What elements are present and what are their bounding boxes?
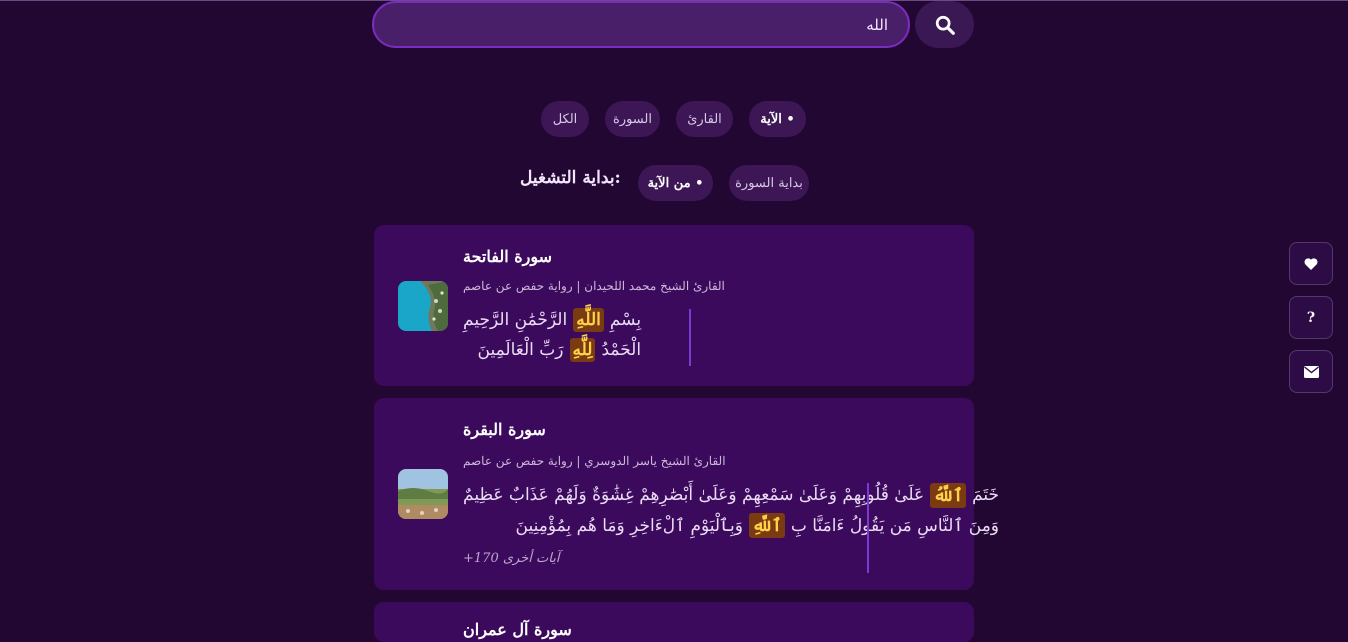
result-card[interactable]: سورة آل عمران xyxy=(374,602,974,642)
verse-text: وَبِٱلْيَوْمِ ٱلْءَاخِرِ وَمَا هُم بِمُؤ… xyxy=(515,515,743,536)
search-bar xyxy=(372,1,974,48)
verse-text: بِسْمِ xyxy=(609,310,642,330)
mail-icon xyxy=(1303,365,1319,378)
surah-title: سورة آل عمران xyxy=(463,620,572,639)
play-from-surah-start[interactable]: بداية السورة xyxy=(729,165,809,201)
surah-thumbnail xyxy=(398,281,448,331)
search-button[interactable] xyxy=(915,1,974,48)
filter-ayah[interactable]: الآية • xyxy=(749,101,806,137)
question-icon: ? xyxy=(1306,309,1316,326)
more-verses-link[interactable]: آيات أخرى 170+ xyxy=(463,551,559,566)
verse-text: الْحَمْدُ xyxy=(601,340,642,360)
surah-thumbnail xyxy=(398,469,448,519)
verse-text: رَبِّ الْعَالَمِينَ xyxy=(477,340,564,360)
verse-text: خَتَمَ xyxy=(972,485,1000,505)
help-button[interactable]: ? xyxy=(1289,296,1333,339)
filter-all[interactable]: الكل xyxy=(541,101,589,137)
verse-list: خَتَمَ ٱللَّهُ عَلَىٰ قُلُوبِهِمْ وَعَلَ… xyxy=(463,480,999,540)
verse-line[interactable]: بِسْمِ اللَّهِ الرَّحْمَٰنِ الرَّحِيمِ xyxy=(463,305,641,335)
highlight-match: ٱللَّهِ xyxy=(749,512,785,538)
surah-title: سورة الفاتحة xyxy=(463,247,552,266)
filter-surah[interactable]: السورة xyxy=(605,101,660,137)
highlight-match: اللَّهِ xyxy=(573,308,604,332)
verse-text: عَلَىٰ قُلُوبِهِمْ وَعَلَىٰ سَمْعِهِمْ و… xyxy=(463,485,925,505)
verse-line[interactable]: وَمِنَ ٱلنَّاسِ مَن يَقُولُ ءَامَنَّا بِ… xyxy=(463,510,999,540)
verse-text: الرَّحْمَٰنِ الرَّحِيمِ xyxy=(463,310,568,330)
reciter-info: القارئ الشيخ محمد اللحيدان | رواية حفص ع… xyxy=(463,279,725,293)
reciter-info: القارئ الشيخ ياسر الدوسري | رواية حفص عن… xyxy=(463,454,726,468)
verse-divider xyxy=(867,483,869,573)
search-icon xyxy=(935,15,955,35)
heart-icon xyxy=(1304,257,1318,270)
play-from-ayah[interactable]: من الآية • xyxy=(638,165,713,201)
contact-button[interactable] xyxy=(1289,350,1333,393)
surah-title: سورة البقرة xyxy=(463,420,546,439)
verse-divider xyxy=(689,309,691,366)
favorites-button[interactable] xyxy=(1289,242,1333,285)
result-card[interactable]: سورة الفاتحة القارئ الشيخ محمد اللحيدان … xyxy=(374,225,974,386)
highlight-match: ٱللَّهُ xyxy=(930,482,967,508)
highlight-match: لِلَّهِ xyxy=(569,338,596,362)
verse-line[interactable]: خَتَمَ ٱللَّهُ عَلَىٰ قُلُوبِهِمْ وَعَلَ… xyxy=(463,480,999,510)
filter-reciter[interactable]: القارئ xyxy=(676,101,733,137)
playback-start-label: :بداية التشغيل xyxy=(520,168,621,188)
verse-text: وَمِنَ ٱلنَّاسِ مَن يَقُولُ ءَامَنَّا بِ xyxy=(790,515,1000,536)
search-input[interactable] xyxy=(372,1,910,48)
result-card[interactable]: سورة البقرة القارئ الشيخ ياسر الدوسري | … xyxy=(374,398,999,590)
verse-list: بِسْمِ اللَّهِ الرَّحْمَٰنِ الرَّحِيمِ ا… xyxy=(463,305,641,365)
verse-line[interactable]: الْحَمْدُ لِلَّهِ رَبِّ الْعَالَمِينَ xyxy=(463,335,641,365)
